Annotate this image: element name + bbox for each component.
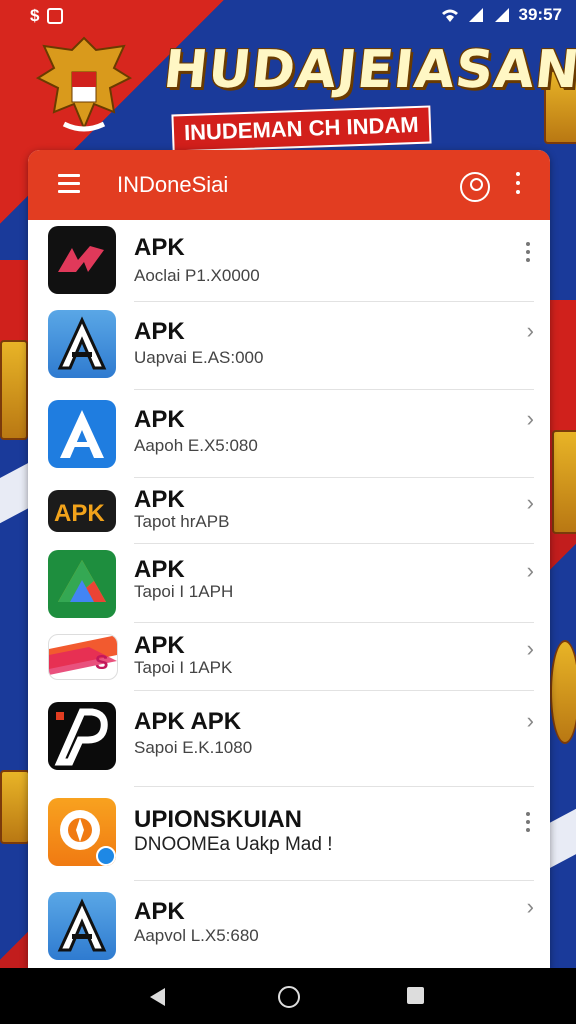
banner-title: HUDAJEIASAN — [160, 40, 576, 100]
app-subtitle: Sapoi E.K.1080 — [134, 738, 253, 757]
app-name: APK — [134, 632, 185, 659]
home-icon[interactable] — [278, 986, 300, 1008]
app-list-panel: INDoneSiai APK Aoclai P1.X0000 APK Uapva… — [28, 150, 550, 968]
app-name: APK — [134, 234, 185, 261]
divider — [134, 690, 534, 691]
list-item[interactable]: APK Aapoh E.X5:080 › — [28, 396, 550, 478]
chevron-right-icon[interactable]: › — [527, 894, 534, 920]
app-subtitle: Uapvai E.AS:000 — [134, 348, 264, 367]
more-options-icon[interactable] — [516, 172, 522, 198]
list-item[interactable]: UPIONSKUIAN DNOOMEa Uakp Mad ! — [28, 794, 550, 882]
card-decoration — [552, 430, 576, 534]
app-name: APK — [134, 318, 185, 345]
app-name: UPIONSKUIAN — [134, 806, 303, 833]
svg-text:APK: APK — [54, 500, 105, 527]
app-name: APK — [134, 406, 185, 433]
clock: 39:57 — [518, 5, 562, 24]
notification-icon: $ — [30, 6, 40, 25]
app-name: APK — [134, 486, 185, 513]
divider — [134, 543, 534, 544]
app-subtitle: Aoclai P1.X0000 — [134, 266, 260, 285]
app-icon — [48, 226, 116, 294]
list-item[interactable]: APK Aoclai P1.X0000 — [28, 224, 550, 304]
card-decoration — [0, 340, 28, 440]
list-item[interactable]: S APK Tapoi I 1APK › — [28, 628, 550, 692]
menu-icon[interactable] — [58, 174, 80, 194]
app-subtitle: Aapoh E.X5:080 — [134, 436, 258, 455]
chevron-right-icon[interactable]: › — [527, 636, 534, 662]
chevron-right-icon[interactable]: › — [527, 318, 534, 344]
list-item[interactable]: APK APK Sapoi E.K.1080 › — [28, 698, 550, 788]
app-name: APK — [134, 556, 185, 583]
chevron-right-icon[interactable]: › — [527, 708, 534, 734]
chevron-right-icon[interactable]: › — [527, 558, 534, 584]
recent-apps-icon[interactable] — [407, 987, 424, 1004]
app-subtitle: Aapvol L.X5:680 — [134, 926, 259, 945]
card-decoration — [0, 770, 30, 844]
app-subtitle: Tapot hrAPB — [134, 512, 230, 531]
wifi-icon — [441, 9, 458, 22]
divider — [134, 786, 534, 787]
list-item[interactable]: APK Uapvai E.AS:000 › — [28, 308, 550, 390]
signal-icon — [468, 8, 483, 22]
app-icon — [48, 798, 116, 866]
overflow-menu-icon[interactable] — [526, 242, 530, 266]
back-icon[interactable] — [150, 988, 165, 1006]
app-icon — [48, 400, 116, 468]
app-icon — [48, 702, 116, 770]
app-icon: APK — [48, 490, 116, 532]
medal-decoration — [550, 640, 576, 744]
divider — [134, 301, 534, 302]
navigation-bar — [0, 968, 576, 1024]
app-bar-title: INDoneSiai — [117, 172, 229, 197]
divider — [134, 622, 534, 623]
list-item[interactable]: APK Aapvol L.X5:680 › — [28, 888, 550, 968]
profile-icon[interactable] — [460, 172, 490, 202]
app-name: APK — [134, 898, 185, 925]
list-item[interactable]: APK APK Tapot hrAPB › — [28, 484, 550, 544]
app-subtitle: Tapoi I 1APH — [134, 582, 234, 601]
svg-text:S: S — [95, 652, 108, 674]
garuda-emblem-icon — [35, 36, 133, 132]
divider — [134, 389, 534, 390]
app-icon — [48, 550, 116, 618]
app-subtitle: DNOOMEa Uakp Mad ! — [134, 834, 333, 855]
app-bar: INDoneSiai — [28, 150, 550, 220]
divider — [134, 477, 534, 478]
signal-icon — [494, 8, 509, 22]
overflow-menu-icon[interactable] — [526, 812, 530, 836]
chevron-right-icon[interactable]: › — [527, 406, 534, 432]
app-icon — [48, 892, 116, 960]
app-icon: S — [48, 634, 118, 680]
flag-decoration — [550, 300, 576, 430]
divider — [134, 880, 534, 881]
app-icon — [48, 310, 116, 378]
app-name: APK APK — [134, 708, 242, 735]
chevron-right-icon[interactable]: › — [527, 490, 534, 516]
image-icon — [47, 8, 64, 24]
app-subtitle: Tapoi I 1APK — [134, 658, 233, 677]
list-item[interactable]: APK Tapoi I 1APH › — [28, 548, 550, 622]
